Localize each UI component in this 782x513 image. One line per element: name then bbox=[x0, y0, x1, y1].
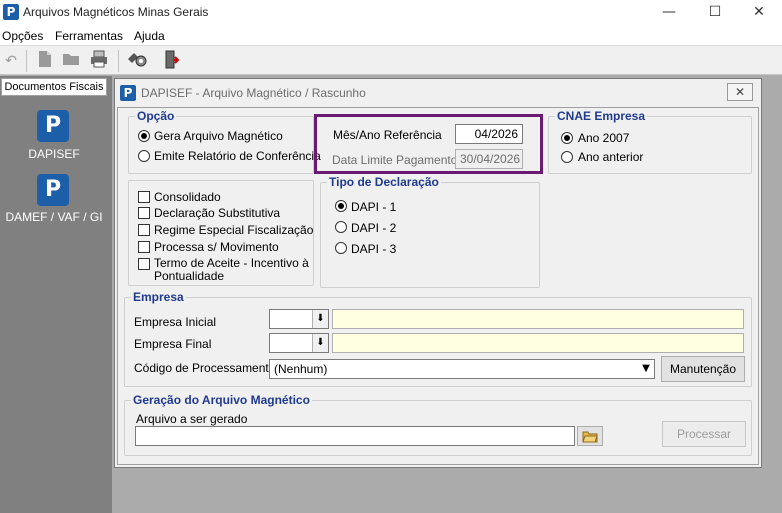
dapi-1-radio[interactable] bbox=[335, 200, 347, 212]
processa-sem-movimento-checkbox[interactable] bbox=[138, 241, 150, 253]
arquivo-label: Arquivo a ser gerado bbox=[136, 412, 248, 426]
child-close-button[interactable]: ✕ bbox=[727, 83, 753, 101]
open-folder-icon[interactable] bbox=[577, 426, 603, 446]
consolidado-checkbox[interactable] bbox=[138, 191, 150, 203]
geracao-group-title: Geração do Arquivo Magnético bbox=[131, 393, 312, 407]
processa-sem-movimento-label[interactable]: Processa s/ Movimento bbox=[154, 240, 279, 254]
referencia-highlight bbox=[314, 114, 543, 174]
empresa-inicial-name-field bbox=[332, 309, 744, 329]
dapi-2-radio[interactable] bbox=[335, 221, 347, 233]
window-title: Arquivos Magnéticos Minas Gerais bbox=[23, 5, 209, 19]
regime-especial-checkbox[interactable] bbox=[138, 224, 150, 236]
codigo-processamento-select[interactable]: (Nenhum) ▼ bbox=[269, 359, 655, 379]
tipo-declaracao-group-title: Tipo de Declaração bbox=[327, 175, 441, 189]
dapi-3-radio[interactable] bbox=[335, 242, 347, 254]
exit-icon[interactable] bbox=[160, 50, 182, 72]
termo-aceite-label-line2[interactable]: Pontualidade bbox=[154, 269, 224, 283]
menu-ajuda[interactable]: Ajuda bbox=[134, 29, 165, 43]
window-logo-icon: P bbox=[120, 85, 136, 101]
ano-anterior-radio[interactable] bbox=[561, 151, 573, 163]
menu-opcoes[interactable]: Opções bbox=[2, 29, 43, 43]
manutencao-button[interactable]: Manutenção bbox=[661, 356, 745, 382]
regime-especial-label[interactable]: Regime Especial Fiscalização bbox=[154, 223, 313, 237]
termo-aceite-label[interactable]: Termo de Aceite - Incentivo à bbox=[154, 256, 309, 270]
geracao-group: Geração do Arquivo Magnético Arquivo a s… bbox=[124, 393, 752, 456]
toolbar: ↶ bbox=[0, 45, 782, 75]
toolbar-separator bbox=[118, 50, 119, 72]
empresa-inicial-combo[interactable]: ⬇ bbox=[269, 309, 329, 329]
options-checkbox-group: Consolidado Declaração Substitutiva Regi… bbox=[128, 180, 314, 286]
chevron-down-icon[interactable]: ▼ bbox=[638, 360, 654, 378]
open-icon[interactable] bbox=[60, 50, 82, 72]
opcao-group: Opção Gera Arquivo Magnético Emite Relat… bbox=[128, 109, 321, 174]
dapi-1-label[interactable]: DAPI - 1 bbox=[351, 200, 396, 214]
dapi-2-label[interactable]: DAPI - 2 bbox=[351, 221, 396, 235]
ano-2007-label[interactable]: Ano 2007 bbox=[578, 131, 629, 145]
ano-2007-radio[interactable] bbox=[561, 132, 573, 144]
tipo-declaracao-group: Tipo de Declaração DAPI - 1 DAPI - 2 DAP… bbox=[320, 175, 540, 288]
processar-button[interactable]: Processar bbox=[662, 421, 746, 447]
dapi-3-label[interactable]: DAPI - 3 bbox=[351, 242, 396, 256]
close-button[interactable]: ✕ bbox=[736, 0, 782, 25]
emite-relatorio-radio[interactable] bbox=[138, 150, 150, 162]
sidebar-item-dapisef[interactable]: DAPISEF bbox=[0, 147, 110, 161]
declaracao-substitutiva-label[interactable]: Declaração Substitutiva bbox=[154, 206, 280, 220]
maximize-button[interactable]: ☐ bbox=[692, 0, 738, 25]
gera-arquivo-radio[interactable] bbox=[138, 130, 150, 142]
sidebar: Documentos Fiscais P DAPISEF P DAMEF / V… bbox=[0, 76, 112, 513]
emite-relatorio-label[interactable]: Emite Relatório de Conferência bbox=[154, 149, 321, 163]
codigo-processamento-label: Código de Processamento bbox=[134, 361, 276, 375]
toolbar-separator bbox=[26, 50, 27, 72]
empresa-final-label: Empresa Final bbox=[134, 337, 212, 351]
child-window-title: DAPISEF - Arquivo Magnético / Rascunho bbox=[141, 86, 366, 100]
print-icon[interactable] bbox=[88, 50, 110, 72]
damef-icon[interactable]: P bbox=[37, 174, 69, 206]
tools-icon[interactable] bbox=[126, 50, 148, 72]
opcao-group-title: Opção bbox=[135, 109, 177, 123]
child-window-title-bar: P DAPISEF - Arquivo Magnético / Rascunho… bbox=[115, 79, 761, 105]
empresa-final-name-field bbox=[332, 333, 744, 353]
new-document-icon[interactable] bbox=[34, 50, 56, 72]
ano-anterior-label[interactable]: Ano anterior bbox=[578, 150, 643, 164]
dapisef-icon[interactable]: P bbox=[37, 110, 69, 142]
sidebar-item-damef[interactable]: DAMEF / VAF / GI bbox=[0, 210, 110, 224]
menu-ferramentas[interactable]: Ferramentas bbox=[55, 29, 123, 43]
undo-icon[interactable]: ↶ bbox=[0, 50, 22, 72]
title-bar: P Arquivos Magnéticos Minas Gerais — ☐ ✕ bbox=[0, 0, 782, 25]
termo-aceite-checkbox[interactable] bbox=[138, 258, 150, 270]
codigo-processamento-value: (Nenhum) bbox=[274, 362, 328, 376]
cnae-group-title: CNAE Empresa bbox=[555, 109, 648, 123]
empresa-group-title: Empresa bbox=[131, 290, 186, 304]
sidebar-header: Documentos Fiscais bbox=[1, 78, 107, 96]
dropdown-arrow-icon[interactable]: ⬇ bbox=[312, 310, 328, 328]
arquivo-field[interactable] bbox=[135, 426, 575, 446]
empresa-group: Empresa Empresa Inicial ⬇ Empresa Final … bbox=[124, 290, 752, 387]
consolidado-label[interactable]: Consolidado bbox=[154, 190, 221, 204]
dropdown-arrow-icon[interactable]: ⬇ bbox=[312, 334, 328, 352]
gera-arquivo-label[interactable]: Gera Arquivo Magnético bbox=[154, 129, 283, 143]
empresa-final-combo[interactable]: ⬇ bbox=[269, 333, 329, 353]
empresa-inicial-label: Empresa Inicial bbox=[134, 315, 217, 329]
app-logo-icon: P bbox=[3, 4, 19, 20]
declaracao-substitutiva-checkbox[interactable] bbox=[138, 207, 150, 219]
menu-bar: Opções Ferramentas Ajuda bbox=[0, 25, 782, 45]
cnae-group: CNAE Empresa Ano 2007 Ano anterior bbox=[548, 109, 752, 174]
minimize-button[interactable]: — bbox=[646, 0, 692, 25]
